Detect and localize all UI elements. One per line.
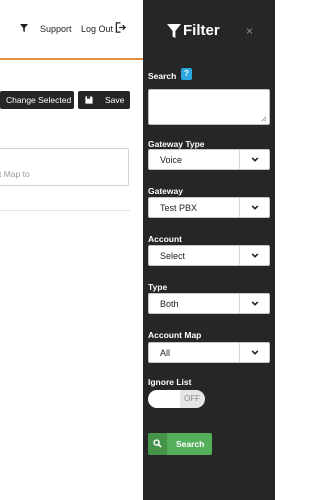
type-label: Type [148,282,168,292]
save-button[interactable]: Save [78,91,130,109]
select-divider [239,294,240,313]
ignore-list-label: Ignore List [148,377,192,387]
search-button-label: Search [176,439,205,449]
toggle-knob [148,390,180,408]
type-value: Both [160,299,179,309]
gateway-value: Test PBX [160,203,198,213]
select-divider [239,246,240,265]
logout-link[interactable]: Log Out [81,24,113,34]
search-label: Search [148,71,177,81]
search-button-body: Search [167,433,212,455]
gateway-type-label: Gateway Type [148,139,205,149]
map-input-text: t Map to [0,169,30,179]
top-nav: Support Log Out [0,0,143,58]
chevron-down-icon [251,301,259,306]
account-value: Select [160,251,186,261]
close-icon[interactable]: × [246,24,253,38]
account-map-label: Account Map [148,330,202,340]
gateway-type-value: Voice [160,155,183,165]
support-link[interactable]: Support [40,24,72,34]
select-divider [239,343,240,362]
account-select[interactable]: Select [148,245,270,266]
filter-icon[interactable] [20,24,28,32]
filter-panel-header: Filter × [143,0,275,58]
gateway-label: Gateway [148,186,183,196]
account-map-value: All [160,348,171,358]
filter-panel-title: Filter [183,22,220,39]
logout-icon[interactable] [115,22,126,33]
filter-panel: Filter × Search ? Gateway Type Voice Gat… [143,0,275,500]
account-label: Account [148,234,182,244]
toggle-state: OFF [184,394,200,403]
type-select[interactable]: Both [148,293,270,314]
chevron-down-icon [251,157,259,162]
filter-icon [167,24,181,38]
account-map-select[interactable]: All [148,342,270,363]
search-button-icon-box [148,433,167,455]
search-button[interactable]: Search [148,433,212,455]
divider [0,210,130,211]
header-accent-line [0,58,143,60]
chevron-down-icon [251,350,259,355]
select-divider [239,198,240,217]
change-selected-button[interactable]: Change Selected [0,91,74,109]
resize-grip-icon[interactable] [260,115,267,122]
search-icon [153,439,162,448]
search-textarea[interactable] [148,89,270,125]
save-icon [85,96,93,104]
save-label: Save [105,95,125,105]
chevron-down-icon [251,205,259,210]
gateway-type-select[interactable]: Voice [148,149,270,170]
account-map-input[interactable]: t Map to [0,148,129,186]
gateway-select[interactable]: Test PBX [148,197,270,218]
ignore-list-toggle[interactable]: OFF [148,390,205,408]
help-icon[interactable]: ? [181,68,192,80]
chevron-down-icon [251,253,259,258]
select-divider [239,150,240,169]
background-page: Support Log Out Change Selected Save t M… [0,0,143,500]
